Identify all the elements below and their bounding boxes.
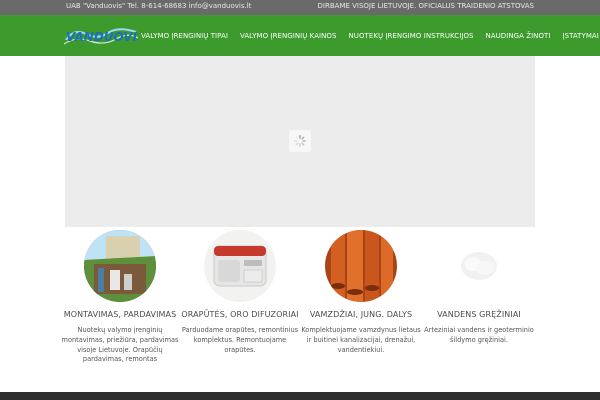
feature-oraputes: ORAPŪTĖS, ORO DIFUZORIAI Parduodame orap… — [180, 230, 300, 355]
nav-item-valymo-kainos[interactable]: VALYMO ĮRENGINIŲ KAINOS — [240, 32, 337, 40]
contact-info: UAB "Vanduovis" Tel. 8-614-68683 info@va… — [66, 2, 252, 10]
feature-description: Parduodame orapūtes, remontinius komplek… — [181, 326, 299, 354]
feature-description: Nuotekų valymo įrenginių montavimas, pri… — [61, 326, 179, 364]
feature-image-oraputes[interactable] — [204, 230, 276, 302]
feature-montavimas: MONTAVIMAS, PARDAVIMAS Nuotekų valymo įr… — [60, 230, 180, 365]
main-menu: VALYMO ĮRENGINIŲ TIPAI VALYMO ĮRENGINIŲ … — [141, 15, 599, 56]
footer-bar — [0, 392, 600, 400]
tagline: DIRBAME VISOJE LIETUVOJE. OFICIALUS TRAI… — [317, 2, 534, 10]
feature-title: ORAPŪTĖS, ORO DIFUZORIAI — [181, 310, 299, 319]
nav-item-naudinga-zinoti[interactable]: NAUDINGA ŽINOTI — [486, 32, 551, 40]
feature-image-vamzdziai[interactable] — [325, 230, 397, 302]
feature-greziniai: VANDENS GRĘŽINIAI Arteziniai vandens ir … — [419, 230, 539, 346]
loading-spinner-icon — [289, 130, 311, 152]
nav-item-valymo-tipai[interactable]: VALYMO ĮRENGINIŲ TIPAI — [141, 32, 228, 40]
feature-description: Arteziniai vandens ir geoterminio šildym… — [424, 326, 534, 344]
main-navbar: VANDUOVIS VALYMO ĮRENGINIŲ TIPAI VALYMO … — [0, 15, 600, 56]
feature-title: VANDENS GRĘŽINIAI — [437, 310, 521, 319]
feature-image-montavimas[interactable] — [84, 230, 156, 302]
feature-title: VAMZDŽIAI, JUNG. DALYS — [309, 310, 413, 319]
logo-wave-icon: VANDUOVIS — [63, 28, 146, 45]
nav-item-istatymai[interactable]: ĮSTATYMAI — [562, 32, 598, 40]
feature-vamzdziai: VAMZDŽIAI, JUNG. DALYS Komplektuojame va… — [301, 230, 421, 355]
feature-description: Komplektuojame vamzdynus lietaus ir buit… — [301, 326, 421, 354]
vanduovis-logo[interactable]: VANDUOVIS — [63, 24, 146, 48]
feature-title: MONTAVIMAS, PARDAVIMAS — [63, 310, 177, 319]
top-info-bar: UAB "Vanduovis" Tel. 8-614-68683 info@va… — [0, 0, 600, 15]
hero-slider[interactable] — [65, 56, 535, 227]
nav-item-instrukcijos[interactable]: NUOTEKŲ ĮRENGIMO INSTRUKCIJOS — [349, 32, 474, 40]
logo-text: VANDUOVIS — [66, 30, 138, 44]
feature-image-greziniai[interactable] — [443, 230, 515, 302]
